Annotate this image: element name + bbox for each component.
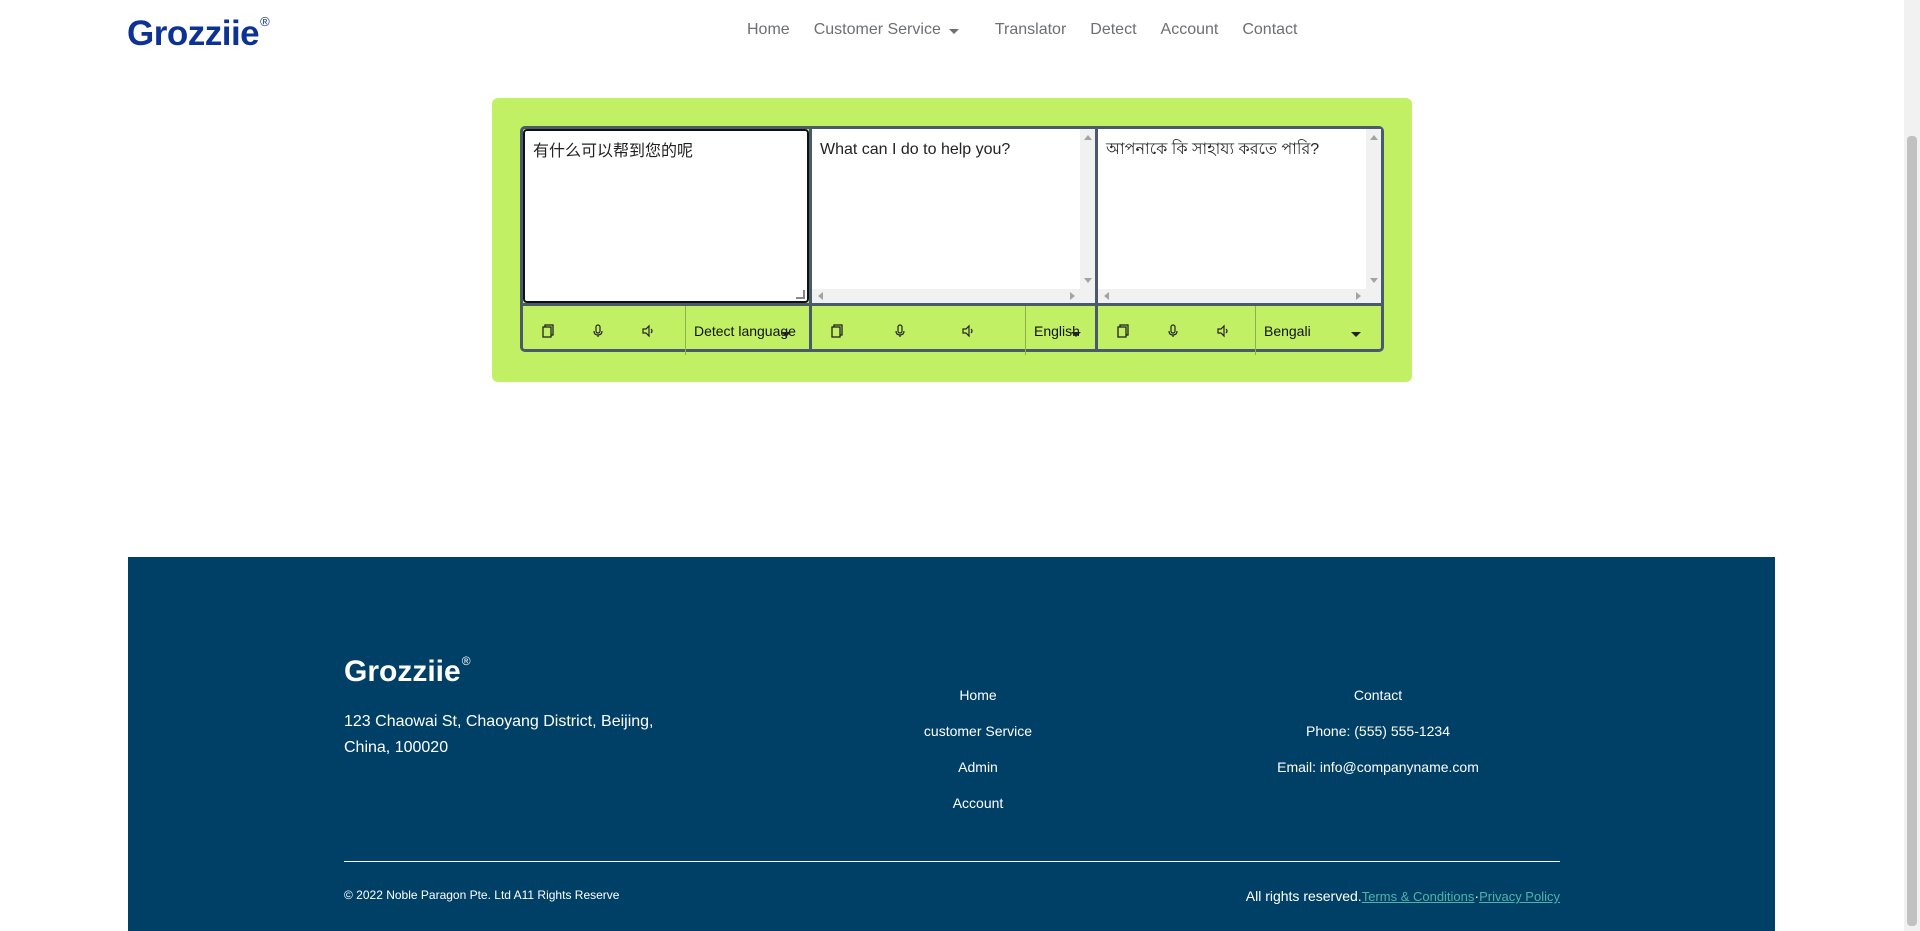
site-footer: Grozziie® 123 Chaowai St, Chaoyang Distr… [128,557,1775,931]
footer-contact-title: Contact [1353,687,1403,703]
chevron-down-icon [1350,332,1361,337]
footer-address: 123 Chaowai St, Chaoyang District, Beiji… [344,713,654,756]
speaker-icon[interactable] [623,306,673,355]
nav-account[interactable]: Account [1149,21,1231,39]
nav-customer-service[interactable]: Customer Service [802,21,983,39]
bengali-text: আপনাকে কি সাহায্য করতে পারি? [1105,141,1320,158]
microphone-icon[interactable] [1148,306,1198,355]
english-language-select[interactable]: English [1024,306,1095,355]
footer-divider [344,861,1560,862]
speaker-icon[interactable] [938,306,998,355]
scroll-right-icon[interactable] [1069,292,1075,300]
english-horizontal-scrollbar[interactable] [811,289,1095,303]
footer-link-account[interactable]: Account [908,795,1048,831]
footer-phone: Phone: (555) 555-1234 [1306,723,1450,739]
footer-link-home[interactable]: Home [908,687,1048,723]
footer-brand-logo: Grozziie® [344,654,471,689]
registered-mark: ® [260,14,270,30]
bengali-vertical-scrollbar[interactable] [1365,129,1381,289]
footer-email: Email: info@companyname.com [1277,759,1479,775]
target-language-label: Bengali [1263,322,1311,339]
footer-link-customer-service[interactable]: customer Service [908,723,1048,759]
english-toolbar: English [811,303,1095,355]
brand-logo[interactable]: Grozziie® [127,14,270,54]
bengali-horizontal-scrollbar[interactable] [1097,289,1381,303]
translator-boxes: 有什么可以帮到您的呢 Detect language What can I do… [520,126,1384,355]
footer-copyright: © 2022 Noble Paragon Pte. Ltd A11 Rights… [344,888,620,902]
footer-link-admin[interactable]: Admin [908,759,1048,795]
scroll-down-icon[interactable] [1083,278,1092,283]
footer-links: Home customer Service Admin Account [908,687,1048,831]
chevron-down-icon [780,332,791,337]
page-scrollbar-thumb[interactable] [1907,136,1917,926]
footer-rights-text: All rights reserved. [1245,888,1362,904]
nav-home[interactable]: Home [735,21,802,39]
source-language-select[interactable]: Detect language [684,306,809,355]
translator-panel: 有什么可以帮到您的呢 Detect language What can I do… [492,98,1412,382]
english-vertical-scrollbar[interactable] [1079,129,1095,289]
bengali-textarea[interactable]: আপনাকে কি সাহায্য করতে পারি? [1097,129,1381,303]
brand-name: Grozziie [127,14,260,53]
microphone-icon[interactable] [862,306,938,355]
terms-link[interactable]: Terms & Conditions [1362,889,1475,904]
target-language-select[interactable]: Bengali [1254,306,1381,355]
copy-icon[interactable] [812,306,862,355]
nav-customer-service-label: Customer Service [813,21,941,38]
page-scrollbar[interactable] [1904,0,1920,931]
nav-detect[interactable]: Detect [1078,21,1148,39]
microphone-icon[interactable] [573,306,623,355]
scroll-left-icon[interactable] [817,292,823,300]
scroll-up-icon[interactable] [1083,135,1092,140]
nav-links: Home Customer Service Translator Detect … [735,21,1309,39]
chevron-down-icon [948,28,959,34]
english-pane: What can I do to help you? English [808,129,1095,355]
footer-contact: Contact Phone: (555) 555-1234 Email: inf… [1258,687,1498,795]
english-textarea[interactable]: What can I do to help you? [811,129,1095,303]
top-navbar: Grozziie® Home Customer Service Translat… [0,0,1904,66]
source-textarea[interactable]: 有什么可以帮到您的呢 [523,129,809,303]
source-text: 有什么可以帮到您的呢 [533,143,694,160]
scroll-up-icon[interactable] [1369,135,1378,140]
bengali-toolbar: Bengali [1097,303,1381,355]
footer-legal: All rights reserved.Terms & Conditions·P… [1246,888,1560,904]
scroll-down-icon[interactable] [1369,278,1378,283]
nav-contact[interactable]: Contact [1230,21,1309,39]
bengali-pane: আপনাকে কি সাহায্য করতে পারি? Bengali [1094,129,1381,355]
scroll-left-icon[interactable] [1103,292,1109,300]
nav-translator[interactable]: Translator [983,21,1078,39]
scroll-right-icon[interactable] [1355,292,1361,300]
speaker-icon[interactable] [1198,306,1248,355]
privacy-link[interactable]: Privacy Policy [1479,889,1560,904]
copy-icon[interactable] [523,306,573,355]
source-toolbar: Detect language [523,303,809,355]
english-text: What can I do to help you? [819,141,1011,158]
registered-mark: ® [461,654,471,668]
resize-handle-icon[interactable] [795,290,805,299]
chevron-down-icon [1070,332,1081,337]
source-pane: 有什么可以帮到您的呢 Detect language [523,129,809,355]
footer-brand-name: Grozziie [344,655,461,688]
copy-icon[interactable] [1098,306,1148,355]
